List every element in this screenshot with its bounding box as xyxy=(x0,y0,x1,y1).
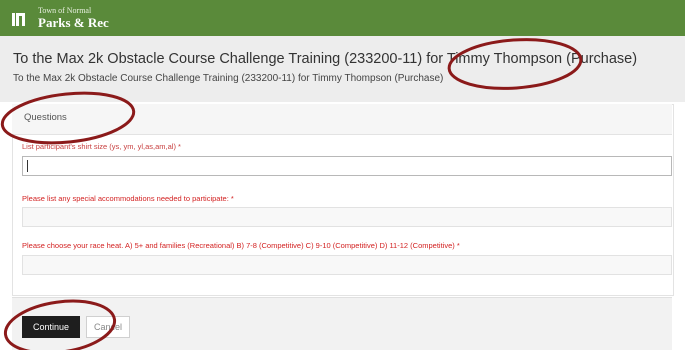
cancel-button[interactable]: Cancel xyxy=(86,316,130,338)
questions-heading-bar xyxy=(12,104,672,135)
question-label-shirt-size: List participant's shirt size (ys, ym, y… xyxy=(22,142,181,151)
header-bar: Town of Normal Parks & Rec xyxy=(0,0,685,36)
questions-heading: Questions xyxy=(24,112,67,123)
brand-name: Parks & Rec xyxy=(38,15,109,30)
title-area xyxy=(0,36,685,102)
purchase-questions-page: Town of Normal Parks & Rec To the Max 2k… xyxy=(0,0,685,350)
shirt-size-input[interactable] xyxy=(22,156,672,176)
page-title: To the Max 2k Obstacle Course Challenge … xyxy=(13,51,638,67)
question-label-race-heat: Please choose your race heat. A) 5+ and … xyxy=(22,241,460,250)
continue-button[interactable]: Continue xyxy=(22,316,80,338)
accommodations-input[interactable] xyxy=(22,207,672,227)
question-label-accommodations: Please list any special accommodations n… xyxy=(22,194,234,203)
text-cursor xyxy=(27,160,28,172)
brand-org: Town of Normal xyxy=(38,6,92,15)
page-subtitle: To the Max 2k Obstacle Course Challenge … xyxy=(13,73,444,84)
race-heat-input[interactable] xyxy=(22,255,672,275)
parks-logo-icon xyxy=(12,13,25,26)
